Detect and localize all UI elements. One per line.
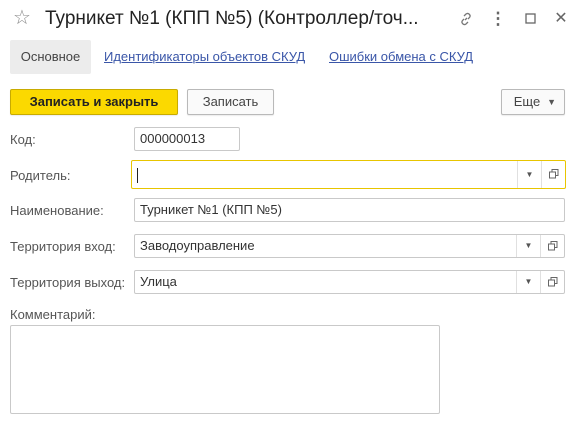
name-label: Наименование: bbox=[10, 203, 104, 218]
parent-field[interactable]: ▼ bbox=[131, 160, 566, 189]
territory-out-value: Улица bbox=[140, 274, 177, 289]
territory-in-open-icon[interactable] bbox=[540, 235, 564, 257]
more-vertical-icon[interactable]: ⋮ bbox=[487, 7, 509, 31]
comment-textarea[interactable] bbox=[10, 325, 440, 414]
window-title: Турникет №1 (КПП №5) (Контроллер/точ... bbox=[45, 8, 419, 29]
territory-out-label: Территория выход: bbox=[10, 275, 126, 290]
tab-main[interactable]: Основное bbox=[10, 40, 91, 74]
tab-skud-identifiers[interactable]: Идентификаторы объектов СКУД bbox=[104, 40, 305, 74]
save-and-close-button[interactable]: Записать и закрыть bbox=[10, 89, 178, 115]
text-cursor bbox=[137, 168, 138, 184]
link-icon[interactable] bbox=[455, 7, 477, 31]
close-icon[interactable]: ✕ bbox=[550, 7, 572, 31]
territory-out-dropdown-icon[interactable]: ▼ bbox=[516, 271, 540, 293]
chevron-down-icon: ▼ bbox=[547, 97, 556, 107]
territory-out-open-icon[interactable] bbox=[540, 271, 564, 293]
parent-label: Родитель: bbox=[10, 168, 71, 183]
title-bar: ☆ Турникет №1 (КПП №5) (Контроллер/точ..… bbox=[0, 0, 583, 38]
save-button[interactable]: Записать bbox=[187, 89, 274, 115]
territory-in-label: Территория вход: bbox=[10, 239, 116, 254]
star-icon[interactable]: ☆ bbox=[13, 6, 31, 30]
territory-in-value: Заводоуправление bbox=[140, 238, 255, 253]
code-label: Код: bbox=[10, 132, 36, 147]
parent-dropdown-icon[interactable]: ▼ bbox=[517, 161, 541, 188]
more-button[interactable]: Еще ▼ bbox=[501, 89, 565, 115]
parent-open-icon[interactable] bbox=[541, 161, 565, 188]
name-field[interactable]: Турникет №1 (КПП №5) bbox=[134, 198, 565, 222]
territory-out-field[interactable]: Улица ▼ bbox=[134, 270, 565, 294]
maximize-icon[interactable] bbox=[519, 7, 541, 31]
tab-skud-exchange-errors[interactable]: Ошибки обмена с СКУД bbox=[329, 40, 473, 74]
territory-in-field[interactable]: Заводоуправление ▼ bbox=[134, 234, 565, 258]
territory-in-dropdown-icon[interactable]: ▼ bbox=[516, 235, 540, 257]
more-button-label: Еще bbox=[513, 94, 541, 109]
code-field[interactable]: 000000013 bbox=[134, 127, 240, 151]
comment-label: Комментарий: bbox=[10, 307, 96, 322]
